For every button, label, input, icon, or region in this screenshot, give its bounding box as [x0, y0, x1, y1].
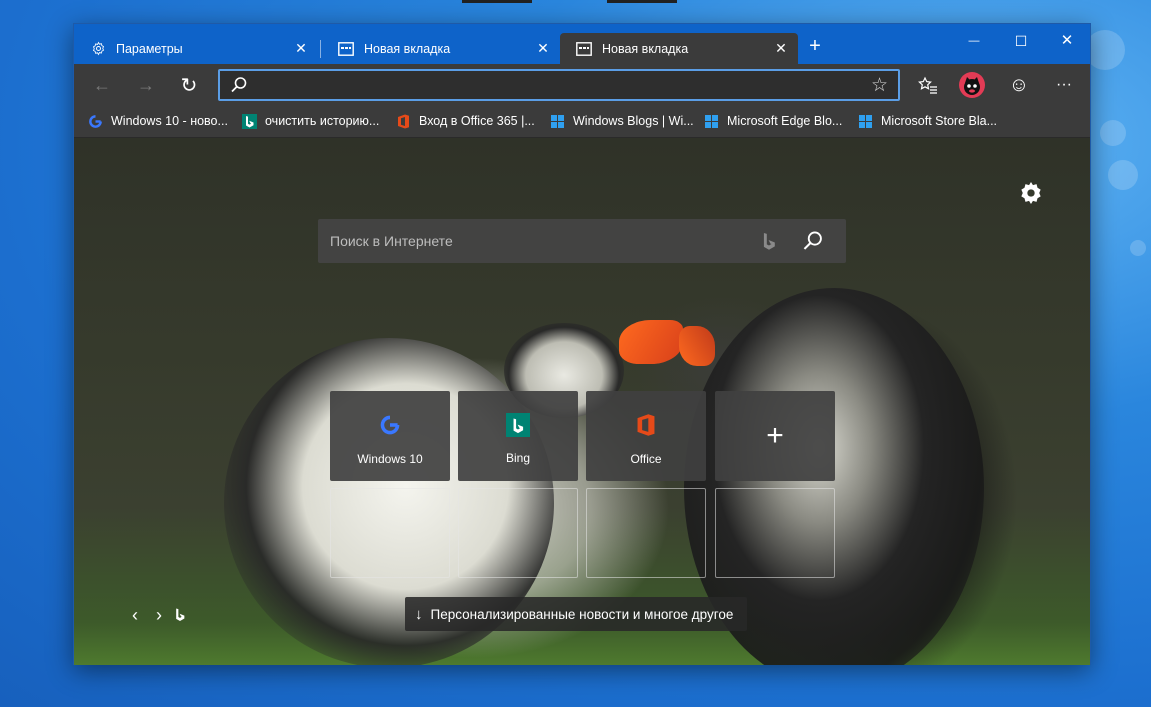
close-window-button[interactable]: ✕	[1044, 29, 1090, 53]
forward-button[interactable]: →	[132, 72, 160, 98]
gear-icon	[90, 41, 106, 57]
personalized-news-button[interactable]: ↓ Персонализированные новости и многое д…	[405, 597, 748, 631]
favorite-item[interactable]: Windows 10 - ново...	[88, 112, 228, 130]
search-icon[interactable]	[802, 230, 824, 257]
back-button[interactable]: ←	[88, 72, 116, 98]
favorite-item[interactable]: Вход в Office 365 |...	[396, 112, 535, 130]
favorite-item[interactable]: Microsoft Edge Blo...	[704, 112, 842, 130]
maximize-button[interactable]: ☐	[998, 29, 1044, 53]
add-icon: +	[766, 419, 784, 452]
favorite-item[interactable]: очистить историю...	[242, 112, 379, 130]
refresh-button[interactable]: ↻	[175, 72, 203, 98]
windows10-site-icon	[88, 114, 103, 129]
tab-new-tab-active[interactable]: Новая вкладка ✕	[560, 33, 798, 64]
favorite-label: очистить историю...	[265, 114, 380, 128]
background-beak	[619, 320, 683, 364]
more-menu-button[interactable]: ···	[1050, 72, 1078, 98]
tab-label: Новая вкладка	[602, 41, 689, 56]
address-bar[interactable]: ☆	[218, 69, 900, 101]
top-site-tile[interactable]: Office	[586, 391, 706, 481]
web-search-input[interactable]	[330, 231, 730, 251]
tab-settings[interactable]: Параметры ✕	[74, 33, 318, 64]
new-tab-button[interactable]: +	[804, 36, 826, 58]
favorites-list-icon	[918, 76, 937, 94]
tab-separator	[320, 40, 321, 58]
empty-tile-slot	[715, 488, 835, 578]
desktop-edge	[607, 0, 677, 3]
bing-icon[interactable]	[174, 607, 186, 627]
windows-logo-icon	[858, 114, 873, 129]
desktop-bokeh	[1130, 240, 1146, 256]
search-icon	[230, 76, 248, 99]
favorite-label: Windows 10 - ново...	[111, 114, 228, 128]
windows-logo-icon	[704, 114, 719, 129]
add-site-tile[interactable]: +	[715, 391, 835, 481]
top-site-tile[interactable]: Windows 10	[330, 391, 450, 481]
top-site-tile[interactable]: Bing	[458, 391, 578, 481]
new-tab-page-icon	[576, 41, 592, 57]
background-beak	[679, 326, 715, 366]
empty-tile-slot	[458, 488, 578, 578]
tab-label: Новая вкладка	[364, 41, 451, 56]
favorite-label: Microsoft Store Bla...	[881, 114, 998, 128]
page-settings-button[interactable]	[1018, 180, 1044, 206]
favorite-item[interactable]: Windows Blogs | Wi...	[550, 112, 694, 130]
empty-tile-slot	[330, 488, 450, 578]
web-search-box[interactable]	[318, 219, 846, 263]
new-tab-page: Windows 10 Bing Office + ‹ › ↓ Персо	[74, 138, 1090, 665]
favorite-label: Windows Blogs | Wi...	[573, 114, 694, 128]
browser-window: Параметры ✕ Новая вкладка ✕ Новая вкладк…	[73, 23, 1091, 665]
favorite-label: Microsoft Edge Blo...	[727, 114, 843, 128]
desktop-bokeh	[1100, 120, 1126, 146]
office-icon	[396, 114, 411, 129]
tab-new-tab[interactable]: Новая вкладка ✕	[322, 33, 560, 64]
favorites-bar: Windows 10 - ново... очистить историю...…	[74, 104, 1090, 138]
tile-label: Windows 10	[357, 452, 423, 466]
favorite-item[interactable]: Microsoft Store Bla...	[858, 112, 997, 130]
tab-label: Параметры	[116, 41, 183, 56]
windows-logo-icon	[550, 114, 565, 129]
favorites-list-button[interactable]	[914, 72, 942, 98]
tile-label: Office	[630, 452, 662, 466]
navigation-toolbar: ← → ↻ ☆ ☺ ···	[74, 64, 1090, 104]
close-tab-icon[interactable]: ✕	[536, 41, 550, 55]
empty-tile-slot	[586, 488, 706, 578]
close-tab-icon[interactable]: ✕	[774, 41, 788, 55]
new-tab-page-icon	[338, 41, 354, 57]
windows10-site-icon	[377, 412, 403, 438]
close-tab-icon[interactable]: ✕	[294, 41, 308, 55]
profile-avatar[interactable]	[959, 72, 985, 98]
favorite-star-icon[interactable]: ☆	[871, 74, 888, 97]
favorite-label: Вход в Office 365 |...	[419, 114, 535, 128]
bing-icon	[242, 113, 257, 129]
bing-icon	[506, 413, 530, 437]
desktop-bokeh	[1108, 160, 1138, 190]
arrow-down-icon: ↓	[415, 605, 423, 623]
tab-strip: Параметры ✕ Новая вкладка ✕ Новая вкладк…	[74, 24, 1090, 64]
address-input[interactable]	[256, 75, 856, 95]
bing-icon	[761, 231, 777, 256]
previous-image-button[interactable]: ‹	[126, 606, 144, 624]
desktop-edge	[462, 0, 532, 3]
feedback-button[interactable]: ☺	[1005, 72, 1033, 98]
desktop-bokeh	[1085, 30, 1125, 70]
gear-icon	[1021, 181, 1041, 205]
news-label: Персонализированные новости и многое дру…	[430, 606, 734, 622]
office-icon	[633, 412, 659, 438]
minimize-button[interactable]: —	[951, 29, 997, 53]
tile-label: Bing	[505, 451, 531, 465]
next-image-button[interactable]: ›	[150, 606, 168, 624]
